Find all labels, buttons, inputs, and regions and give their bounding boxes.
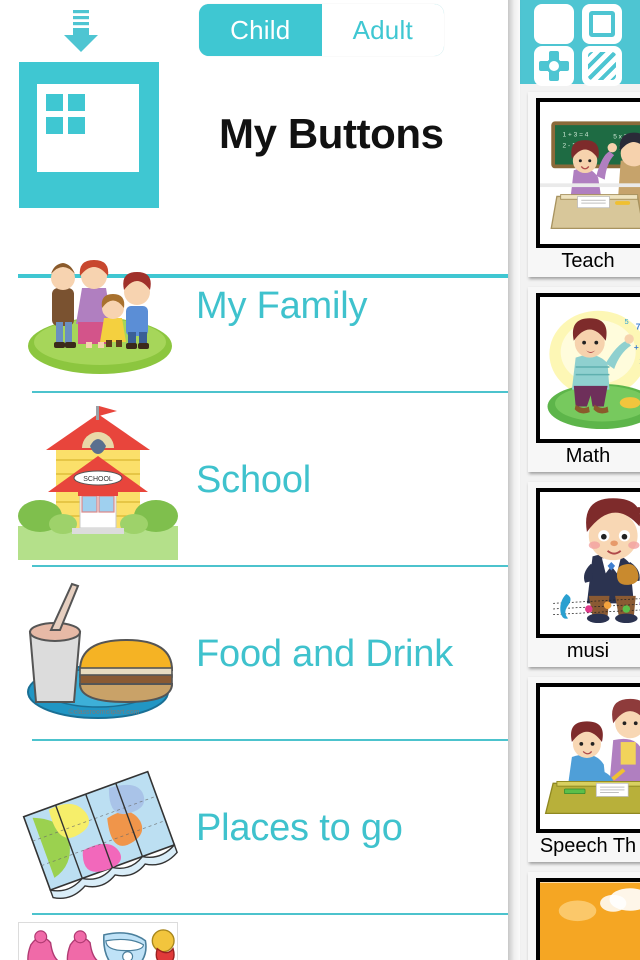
picture-card-caption: Teach xyxy=(561,250,615,272)
svg-text:1 + 3 = 4: 1 + 3 = 4 xyxy=(563,131,589,138)
list-item-label: My Family xyxy=(196,284,368,327)
outline-square-icon[interactable] xyxy=(582,4,622,44)
list-item-label: School xyxy=(196,458,311,501)
list-item[interactable]: My Family xyxy=(0,219,508,393)
page-header: My Buttons xyxy=(0,62,508,278)
picture-card[interactable]: 7 3 + 4 x 5 2 8 Math xyxy=(528,287,640,472)
teacher-classroom-image: 1 + 3 = 4 2 - 1 = 1 5 x 2 = 10 xyxy=(536,98,640,248)
svg-text:5: 5 xyxy=(624,317,628,326)
list-item[interactable]: ©classroomclipart.com Food and Drink xyxy=(0,567,508,741)
grid-cell xyxy=(68,117,85,134)
svg-text:SCHOOL: SCHOOL xyxy=(83,476,113,483)
list-item[interactable] xyxy=(0,915,508,960)
school-building-image: SCHOOL xyxy=(18,400,178,560)
picture-card-caption: musi xyxy=(566,640,610,662)
side-panel-toolbar xyxy=(520,0,640,86)
boy-with-numbers-image: 7 3 + 4 x 5 2 8 xyxy=(536,293,640,443)
burger-and-drink-image: ©classroomclipart.com xyxy=(18,574,178,734)
category-list: My Family SCHOOL School ©classroomclipar… xyxy=(0,219,508,960)
family-on-grass-image xyxy=(18,226,178,386)
filled-square-icon[interactable] xyxy=(534,4,574,44)
grid-cell xyxy=(68,94,85,111)
grid-cell xyxy=(46,117,63,134)
svg-text:+: + xyxy=(634,342,639,352)
svg-text:©classroomclipart.com: ©classroomclipart.com xyxy=(69,708,140,716)
plus-center-dot xyxy=(549,61,559,71)
folded-map-image xyxy=(18,748,178,908)
picture-card[interactable] xyxy=(528,872,640,960)
segment-child[interactable]: Child xyxy=(199,4,322,56)
list-item-label: Places to go xyxy=(196,806,403,849)
picture-card-caption: Math xyxy=(565,445,611,467)
diagonal-stripes-icon[interactable] xyxy=(582,46,622,86)
picture-card[interactable]: Speech Th xyxy=(528,677,640,862)
picture-card-list[interactable]: 1 + 3 = 4 2 - 1 = 1 5 x 2 = 10 xyxy=(520,84,640,960)
list-item[interactable]: SCHOOL School xyxy=(0,393,508,567)
picture-card[interactable]: musi xyxy=(528,482,640,667)
page-title: My Buttons xyxy=(219,110,444,157)
picture-card-caption: Speech Th xyxy=(539,835,637,857)
baby-items-image xyxy=(18,922,178,960)
outline-square-glyph xyxy=(589,11,615,37)
list-item-label: Food and Drink xyxy=(196,632,454,675)
segment-adult[interactable]: Adult xyxy=(321,4,444,56)
download-arrow-icon[interactable] xyxy=(60,8,102,54)
grid-layout-icon[interactable] xyxy=(19,62,159,208)
svg-text:7: 7 xyxy=(636,322,640,332)
grid-icon-canvas xyxy=(37,84,139,172)
boy-violinist-image xyxy=(536,488,640,638)
side-panel: 1 + 3 = 4 2 - 1 = 1 5 x 2 = 10 xyxy=(520,0,640,960)
age-mode-segmented-control[interactable]: Child Adult xyxy=(199,4,444,56)
picture-card[interactable]: 1 + 3 = 4 2 - 1 = 1 5 x 2 = 10 xyxy=(528,92,640,277)
sunset-scene-image xyxy=(536,878,640,960)
diagonal-stripes-glyph xyxy=(588,52,616,80)
main-panel: Child Adult My Buttons My Family SCHOOL … xyxy=(0,0,508,960)
grid-cell xyxy=(46,94,63,111)
speech-therapy-image xyxy=(536,683,640,833)
top-bar: Child Adult xyxy=(0,0,508,62)
list-item[interactable]: Places to go xyxy=(0,741,508,915)
move-plus-icon[interactable] xyxy=(534,46,574,86)
